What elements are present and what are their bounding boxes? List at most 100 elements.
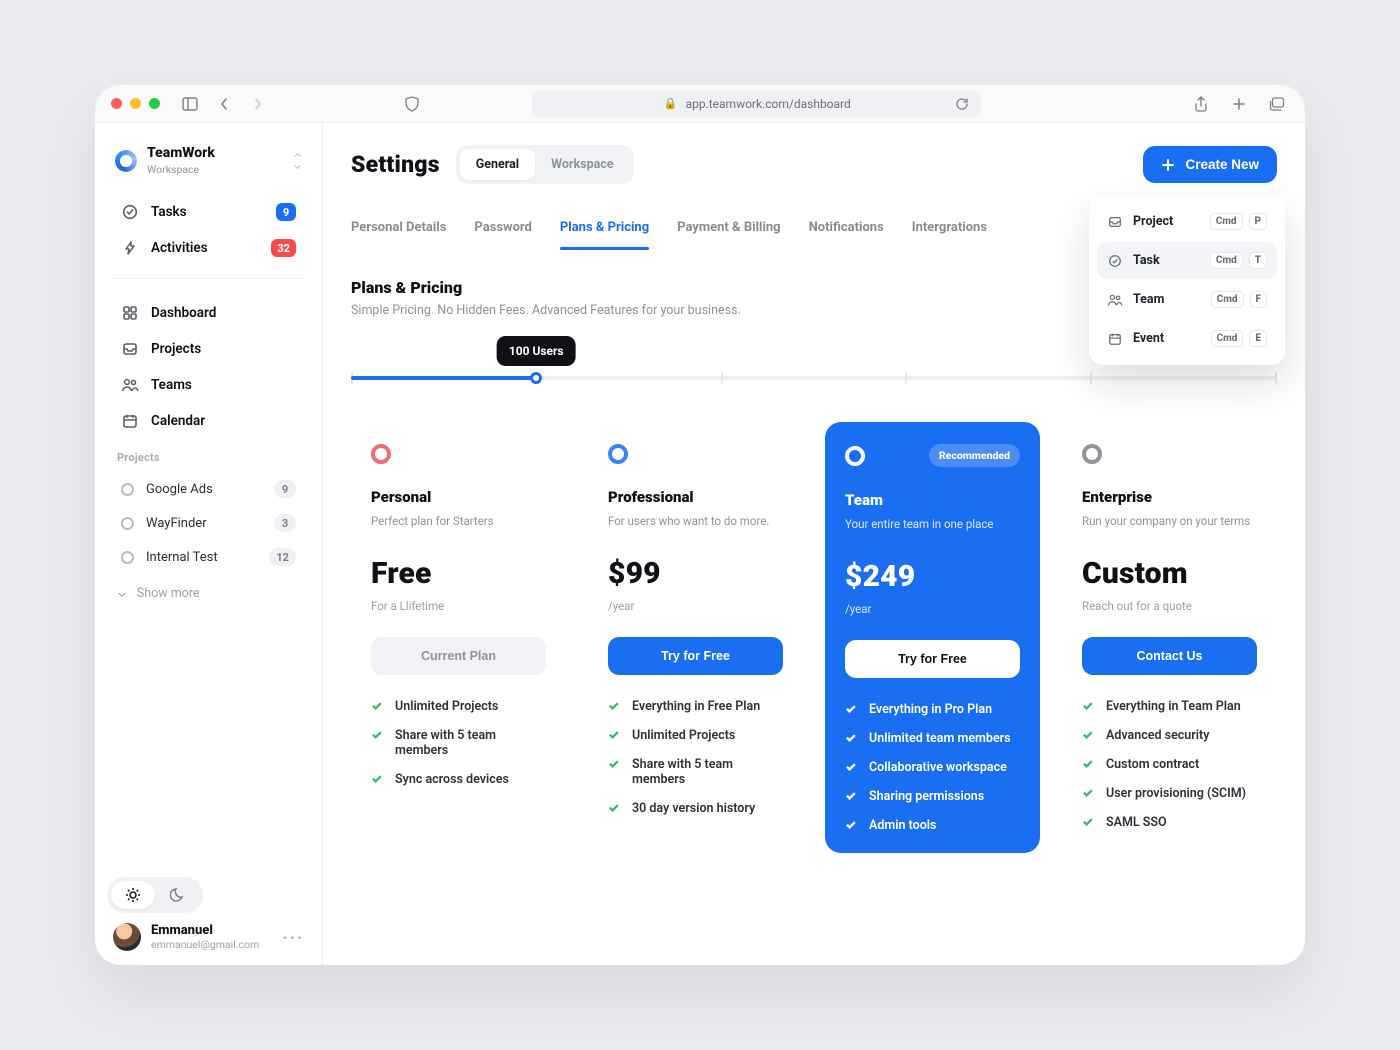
- avatar: [113, 923, 141, 951]
- sidebar-project-item[interactable]: Internal Test 12: [111, 540, 306, 574]
- sidebar-item-label: Teams: [151, 377, 192, 393]
- more-icon[interactable]: ···: [283, 928, 304, 947]
- tab-personal-details[interactable]: Personal Details: [351, 220, 446, 249]
- plan-name: Enterprise: [1082, 488, 1257, 506]
- feature-text: Everything in Pro Plan: [869, 702, 992, 717]
- plan-period: /year: [845, 602, 1020, 616]
- plan-cta-button[interactable]: Try for Free: [845, 640, 1020, 678]
- popover-item-project[interactable]: Project CmdP: [1097, 203, 1277, 240]
- browser-titlebar: 🔒 app.teamwork.com/dashboard: [95, 85, 1305, 123]
- sidebar: TeamWork Workspace ⌃⌃ Tasks 9 Activities…: [95, 123, 323, 965]
- plan-enterprise: Enterprise Run your company on your term…: [1062, 422, 1277, 853]
- plan-price: Free: [371, 556, 546, 591]
- check-icon: ✓: [845, 789, 859, 804]
- tab-password[interactable]: Password: [474, 220, 531, 249]
- sidebar-item-projects[interactable]: Projects: [111, 331, 306, 367]
- feature-text: Collaborative workspace: [869, 760, 1007, 775]
- sidebar-item-label: Projects: [151, 341, 201, 357]
- plan-features: ✓Everything in Team Plan✓Advanced securi…: [1082, 699, 1257, 830]
- check-icon: ✓: [1082, 728, 1096, 743]
- tab-notifications[interactable]: Notifications: [809, 220, 884, 249]
- sidebar-item-calendar[interactable]: Calendar: [111, 403, 306, 439]
- show-more-button[interactable]: ⌄ Show more: [107, 578, 310, 609]
- plan-description: Your entire team in one place: [845, 517, 1020, 531]
- share-icon[interactable]: [1189, 92, 1213, 116]
- sidebar-item-label: Calendar: [151, 413, 205, 429]
- app-window: 🔒 app.teamwork.com/dashboard TeamW: [95, 85, 1305, 965]
- feature-text: Unlimited Projects: [632, 728, 735, 743]
- segment-general[interactable]: General: [460, 149, 535, 180]
- sidebar-toggle-icon[interactable]: [178, 92, 202, 116]
- sidebar-item-dashboard[interactable]: Dashboard: [111, 295, 306, 331]
- tab-payment-billing[interactable]: Payment & Billing: [677, 220, 780, 249]
- feature-text: 30 day version history: [632, 801, 755, 816]
- maximize-icon[interactable]: [149, 98, 160, 109]
- feature-text: Custom contract: [1106, 757, 1199, 772]
- popover-item-event[interactable]: Event CmdE: [1097, 320, 1277, 357]
- popover-item-team[interactable]: Team CmdF: [1097, 281, 1277, 318]
- shield-icon[interactable]: [400, 92, 424, 116]
- dark-mode-button[interactable]: [155, 881, 199, 909]
- check-icon: ✓: [845, 702, 859, 717]
- plan-period: Reach out for a quote: [1082, 599, 1257, 613]
- bolt-icon: [121, 239, 139, 257]
- user-profile[interactable]: Emmanuel emmanuel@gmail.com ···: [107, 913, 310, 951]
- project-count: 12: [269, 548, 296, 566]
- recommended-badge: Recommended: [929, 444, 1020, 467]
- project-label: Internal Test: [146, 550, 218, 565]
- feature-text: Admin tools: [869, 818, 936, 833]
- keyboard-shortcut: CmdP: [1210, 213, 1267, 230]
- new-tab-icon[interactable]: [1227, 92, 1251, 116]
- tab-plans-pricing[interactable]: Plans & Pricing: [560, 220, 649, 249]
- create-new-button[interactable]: Create New: [1143, 146, 1277, 183]
- check-icon: ✓: [608, 757, 622, 787]
- slider-thumb[interactable]: [530, 372, 542, 384]
- keyboard-shortcut: CmdT: [1210, 252, 1267, 269]
- popover-item-task[interactable]: Task CmdT: [1097, 242, 1277, 279]
- plan-name: Team: [845, 491, 1020, 509]
- forward-icon[interactable]: [246, 92, 270, 116]
- sidebar-item-activities[interactable]: Activities 32: [111, 230, 306, 266]
- page-title: Settings: [351, 151, 440, 178]
- tab-intergrations[interactable]: Intergrations: [912, 220, 987, 249]
- check-icon: ✓: [371, 728, 385, 758]
- plan-price: Custom: [1082, 556, 1257, 591]
- close-icon[interactable]: [111, 98, 122, 109]
- plan-price: $249: [845, 559, 1020, 594]
- segment-workspace[interactable]: Workspace: [535, 149, 629, 180]
- project-label: WayFinder: [146, 516, 207, 531]
- check-icon: ✓: [1082, 699, 1096, 714]
- refresh-icon[interactable]: [950, 92, 974, 116]
- workspace-switcher[interactable]: TeamWork Workspace ⌃⌃: [107, 139, 310, 190]
- feature-text: Share with 5 team members: [632, 757, 783, 787]
- plan-cta-button[interactable]: Current Plan: [371, 637, 546, 675]
- feature-text: Share with 5 team members: [395, 728, 546, 758]
- tabs-icon[interactable]: [1265, 92, 1289, 116]
- sidebar-item-label: Dashboard: [151, 305, 216, 321]
- check-circle-icon: [121, 203, 139, 221]
- tray-icon: [121, 340, 139, 358]
- check-icon: ✓: [608, 801, 622, 816]
- minimize-icon[interactable]: [130, 98, 141, 109]
- url-bar[interactable]: 🔒 app.teamwork.com/dashboard: [532, 91, 982, 117]
- circle-icon: [121, 551, 134, 564]
- popover-item-label: Event: [1133, 331, 1164, 346]
- plan-cta-button[interactable]: Try for Free: [608, 637, 783, 675]
- plan-features: ✓Unlimited Projects✓Share with 5 team me…: [371, 699, 546, 787]
- sidebar-project-item[interactable]: WayFinder 3: [111, 506, 306, 540]
- check-icon: ✓: [845, 731, 859, 746]
- user-email: emmanuel@gmail.com: [151, 938, 259, 951]
- back-icon[interactable]: [212, 92, 236, 116]
- sidebar-item-teams[interactable]: Teams: [111, 367, 306, 403]
- plan-cta-button[interactable]: Contact Us: [1082, 637, 1257, 675]
- scope-segment: General Workspace: [456, 145, 634, 184]
- sidebar-project-item[interactable]: Google Ads 9: [111, 472, 306, 506]
- check-icon: ✓: [608, 699, 622, 714]
- check-icon: ✓: [371, 699, 385, 714]
- light-mode-button[interactable]: [111, 881, 155, 909]
- users-icon: [121, 376, 139, 394]
- sidebar-item-tasks[interactable]: Tasks 9: [111, 194, 306, 230]
- chevron-down-icon: ⌄: [117, 586, 127, 601]
- task-icon: [1107, 253, 1123, 269]
- theme-toggle[interactable]: [107, 877, 203, 913]
